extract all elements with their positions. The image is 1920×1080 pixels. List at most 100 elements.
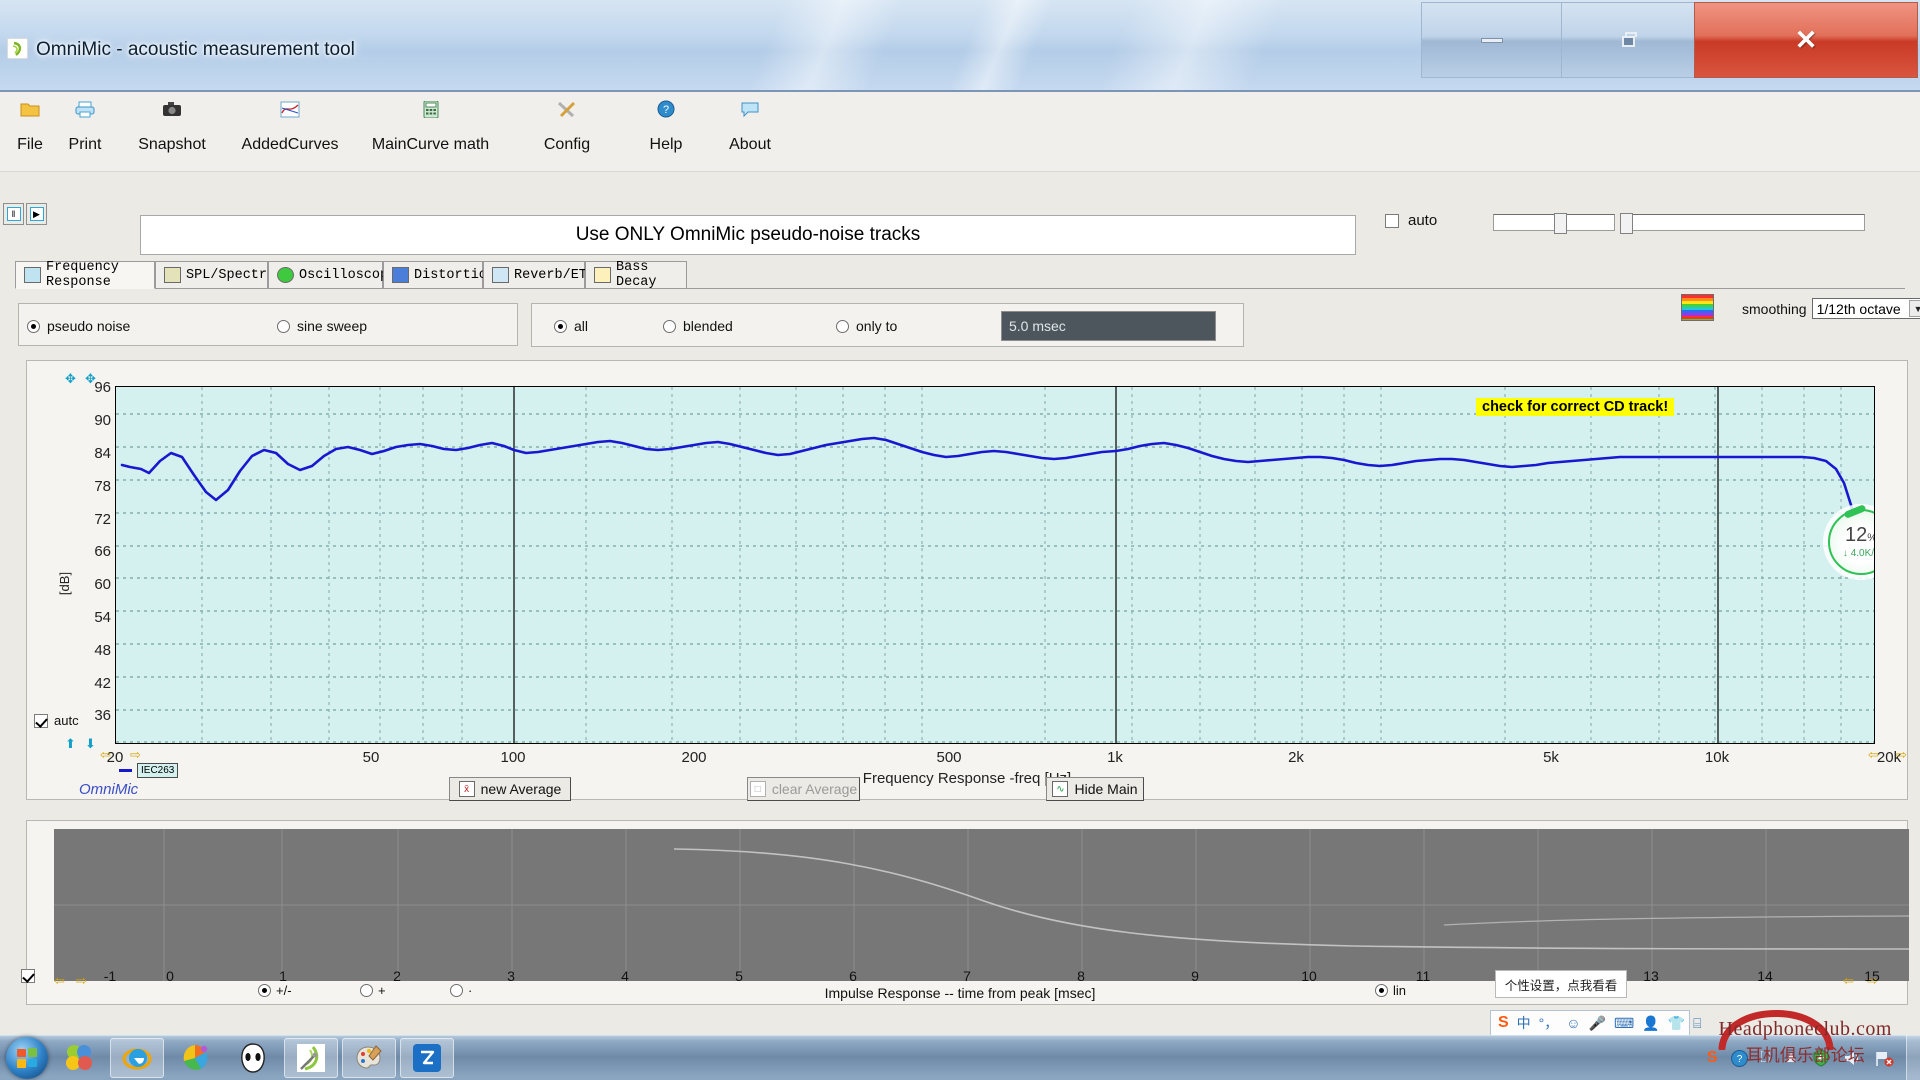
smoothing-value: 1/12th octave [1816, 300, 1901, 317]
taskbar-sogou-icon[interactable] [52, 1038, 106, 1078]
radio-sine-sweep[interactable]: sine sweep [277, 318, 367, 334]
impulse-checkbox[interactable] [21, 969, 35, 983]
tab-bass-decay[interactable]: Bass Decay [585, 260, 687, 290]
taskbar-paint-icon[interactable] [342, 1038, 396, 1078]
x-tick-2k: 2k [1288, 749, 1304, 766]
radio-only-to[interactable]: only to [836, 318, 897, 334]
radio-indicator[interactable] [27, 319, 40, 333]
taskbar-omnimic-icon[interactable] [284, 1038, 338, 1078]
hide-main-button[interactable]: ∿ Hide Main [1046, 777, 1144, 801]
new-average-button[interactable]: x̄ new Average [449, 777, 571, 801]
radio-indicator[interactable] [450, 984, 463, 997]
maximize-button[interactable] [1561, 2, 1694, 78]
menu-item-about[interactable]: About [710, 92, 790, 154]
radio-indicator[interactable] [277, 319, 290, 333]
minimize-button[interactable] [1421, 2, 1561, 78]
radio-indicator[interactable] [836, 319, 849, 333]
start-orb[interactable] [6, 1037, 48, 1079]
menu-item-addedcurves[interactable]: AddedCurves [225, 92, 355, 154]
auto-checkbox-group[interactable]: auto [1385, 212, 1437, 229]
tray-volume-icon[interactable] [1843, 1050, 1862, 1067]
tab-oscilloscope[interactable]: Oscilloscope [268, 261, 396, 289]
menu-item-help[interactable]: ? Help [630, 92, 702, 154]
pan-right-icon-right[interactable]: ⇨ [1896, 747, 1907, 763]
menu-item-maincurve-math[interactable]: MainCurve math [353, 92, 508, 154]
ime-toolbar[interactable]: S 中 °， ☺ 🎤 ⌨ 👤 👕 ⌸ [1490, 1010, 1702, 1036]
impulse-response-plot[interactable] [54, 829, 1909, 981]
radio-indicator[interactable] [663, 319, 676, 333]
scroll-up-icon[interactable]: ⬆ [65, 736, 76, 752]
y-tick-42: 42 [94, 675, 111, 692]
show-desktop-button[interactable] [1906, 1035, 1920, 1080]
oscilloscope-icon [277, 267, 294, 283]
spectrogram-icon[interactable] [1681, 294, 1714, 321]
omnimic-icon [7, 38, 28, 59]
impulse-tick-2: 2 [393, 968, 401, 984]
tray-network-error-icon[interactable] [1875, 1050, 1894, 1067]
taskbar-maxthon-icon[interactable] [168, 1038, 222, 1078]
window-title: OmniMic - acoustic measurement tool [36, 39, 355, 60]
tray-window-icon[interactable]: ⎕ [1761, 1049, 1771, 1067]
settings-tooltip[interactable]: 个性设置，点我看看 [1495, 970, 1627, 998]
show-hidden-icons-icon[interactable]: ▲ [1783, 1049, 1799, 1067]
window-time-field[interactable]: 5.0 msec [1001, 311, 1216, 341]
radio-polarity-dot[interactable]: · [450, 983, 472, 998]
menu-item-print[interactable]: Print [46, 92, 124, 154]
frequency-response-plot[interactable]: check for correct CD track! 12% ↓ 4.0K/s [115, 386, 1875, 744]
chevron-down-icon[interactable]: ▼ [1908, 300, 1920, 317]
level-slider-right[interactable] [1620, 213, 1865, 234]
auto-checkbox[interactable] [1385, 213, 1399, 228]
titlebar-glint [919, 0, 1071, 92]
tab-spl-spectrum[interactable]: SPL/Spectrum [155, 261, 283, 289]
window-titlebar: OmniMic - acoustic measurement tool ✕ [0, 0, 1920, 92]
tray-shield-icon[interactable] [1812, 1049, 1830, 1067]
radio-polarity-plusminus[interactable]: +/- [258, 983, 292, 998]
minimize-icon [1480, 37, 1503, 43]
autoscale-checkbox-group[interactable]: autc [34, 713, 79, 728]
tray-sogou-icon[interactable]: S [1707, 1049, 1718, 1067]
sogou-logo-icon[interactable]: S [1498, 1014, 1509, 1032]
radio-pseudo-noise[interactable]: pseudo noise [27, 318, 130, 334]
svg-text:?: ? [663, 104, 669, 116]
close-button[interactable]: ✕ [1694, 2, 1918, 78]
tab-reverb-etc[interactable]: Reverb/ETC [483, 261, 595, 289]
menu-item-snapshot[interactable]: Snapshot [122, 92, 222, 154]
tab-distortion[interactable]: Distortion [383, 261, 495, 289]
tab-frequency-response[interactable]: Frequency Response [15, 260, 155, 290]
radio-indicator[interactable] [258, 984, 271, 997]
pause-button[interactable]: ‖ [3, 203, 24, 225]
menu-label: MainCurve math [371, 136, 490, 153]
radio-polarity-plus[interactable]: + [360, 983, 386, 998]
radio-indicator[interactable] [1375, 984, 1388, 997]
autoscale-checkbox[interactable] [34, 713, 48, 728]
taskbar-editor-icon[interactable] [400, 1038, 454, 1078]
play-button[interactable]: ▶ [26, 203, 47, 225]
taskbar-internet-explorer-icon[interactable] [110, 1038, 164, 1078]
pan-right-icon[interactable]: ⇨ [130, 747, 141, 763]
radio-all[interactable]: all [554, 318, 588, 334]
ime-microphone-icon[interactable]: 🎤 [1589, 1015, 1606, 1032]
ime-user-icon[interactable]: 👤 [1642, 1015, 1659, 1032]
ime-skin-icon[interactable]: 👕 [1668, 1015, 1685, 1032]
legend: IEC263 [119, 763, 179, 778]
smoothing-select[interactable]: 1/12th octave ▼ [1811, 298, 1920, 319]
slider-thumb[interactable] [1620, 213, 1633, 234]
menu-item-config[interactable]: Config [527, 92, 607, 154]
ime-emoji-icon[interactable]: ☺ [1566, 1015, 1580, 1031]
radio-label: only to [856, 318, 898, 334]
tray-help-icon[interactable]: ? [1730, 1049, 1748, 1067]
slider-thumb[interactable] [1554, 213, 1567, 234]
pan-left-icon-right[interactable]: ⇦ [1868, 747, 1879, 763]
pan-left-icon[interactable]: ⇦ [100, 747, 111, 763]
radio-indicator[interactable] [360, 984, 373, 997]
ime-punctuation-icon[interactable]: °， [1539, 1013, 1559, 1033]
radio-scale-lin[interactable]: lin [1375, 983, 1406, 998]
ime-apps-icon[interactable]: ⌸ [1693, 1015, 1701, 1032]
level-slider-left[interactable] [1493, 213, 1615, 234]
radio-indicator[interactable] [554, 319, 567, 333]
ime-keyboard-icon[interactable]: ⌨ [1614, 1015, 1634, 1032]
scroll-down-icon[interactable]: ⬇ [85, 736, 96, 752]
radio-blended[interactable]: blended [663, 318, 733, 334]
taskbar-foobar2000-icon[interactable] [226, 1038, 280, 1078]
ime-chinese-icon[interactable]: 中 [1517, 1013, 1531, 1033]
